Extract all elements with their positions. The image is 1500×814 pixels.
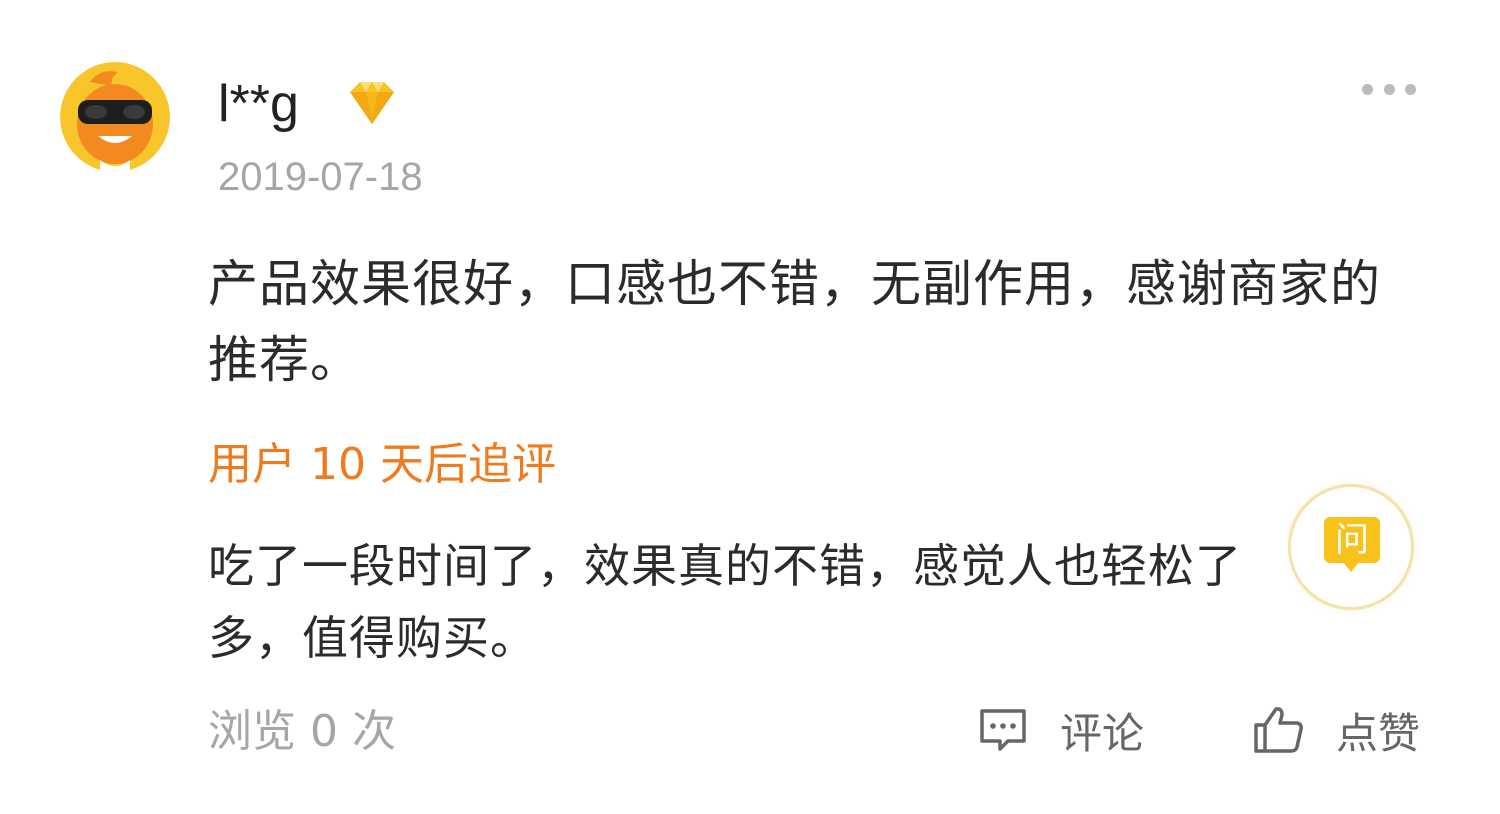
like-label: 点赞 — [1336, 708, 1421, 758]
followup-title: 用户 10 天后追评 — [208, 439, 556, 490]
review-card: l**g 2019-07-18 产品效果很好，口感也不错，无副作用，感谢商家的推… — [0, 0, 1500, 814]
comment-label: 评论 — [1060, 708, 1145, 758]
review-date: 2019-07-18 — [218, 155, 423, 199]
ask-question-icon: 问 — [1324, 517, 1380, 563]
dot — [1405, 83, 1416, 95]
review-content: 产品效果很好，口感也不错，无副作用，感谢商家的推荐。 — [208, 255, 1381, 389]
followup-content: 吃了一段时间了，效果真的不错，感觉人也轻松了多，值得购买。 — [208, 539, 1242, 665]
like-button[interactable]: 点赞 — [1252, 700, 1420, 760]
dot — [1362, 83, 1373, 95]
view-count: 浏览 0 次 — [208, 706, 396, 757]
comment-button[interactable]: 评论 — [978, 700, 1144, 760]
diamond-vip-icon — [350, 82, 394, 124]
avatar[interactable] — [60, 62, 170, 172]
more-dots-icon[interactable] — [1362, 78, 1416, 100]
ask-question-button[interactable]: 问 — [1288, 484, 1414, 610]
avatar-image — [60, 62, 170, 172]
dot — [1383, 83, 1395, 95]
thumbs-up-icon — [1254, 707, 1303, 753]
ask-bubble-tail — [1343, 562, 1359, 572]
comment-icon — [980, 709, 1026, 751]
username[interactable]: l**g — [218, 72, 299, 136]
